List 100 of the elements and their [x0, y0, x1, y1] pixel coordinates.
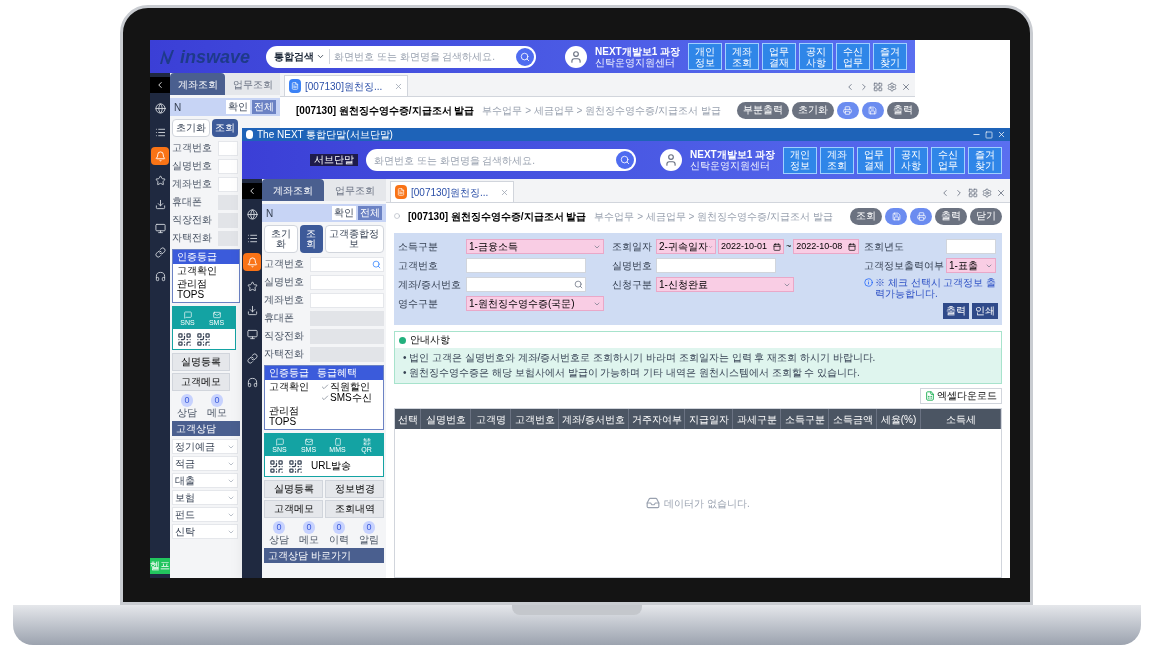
panel-button[interactable]: 실명등록	[264, 480, 323, 498]
quick-menu-button[interactable]: 개인 정보	[688, 43, 722, 70]
panel-action-button[interactable]: 조회	[299, 225, 323, 253]
quick-menu-button[interactable]: 계좌 조회	[725, 43, 759, 70]
input-field[interactable]	[310, 274, 384, 290]
select-dropdown[interactable]: 2-귀속일자	[656, 239, 716, 254]
excel-download-button[interactable]: 엑셀다운로드	[920, 388, 1002, 404]
grade-header: 인증등급	[177, 252, 217, 262]
scope-dropdown[interactable]: 통합검색	[274, 49, 330, 64]
date-field[interactable]: 2022-10-01	[718, 239, 784, 254]
field-label: 계좌번호	[264, 295, 305, 305]
input-field[interactable]	[218, 158, 238, 174]
quick-menu-button[interactable]: 업무 결재	[857, 146, 891, 174]
input-field[interactable]	[218, 140, 238, 156]
consult-dropdown[interactable]: 정기예금	[172, 439, 238, 454]
toolbar-button[interactable]: 출력	[935, 207, 967, 225]
panel-tab[interactable]: 계좌조회	[262, 179, 324, 201]
contact-icon	[212, 310, 221, 319]
consult-dropdown[interactable]: 신탁	[172, 524, 238, 539]
output-button[interactable]: 출력	[943, 303, 969, 319]
consult-dropdown[interactable]: 적금	[172, 456, 238, 471]
panel-button[interactable]: 고객메모	[264, 500, 323, 518]
toolbar-button[interactable]: 초기화	[791, 101, 834, 119]
grade-value: 고객확인	[177, 266, 218, 276]
calendar-icon	[848, 242, 857, 251]
close-icon[interactable]	[997, 130, 1006, 139]
save-button[interactable]	[861, 101, 884, 119]
panel-button[interactable]: 실명등록	[172, 353, 230, 371]
counter-label: 이력	[329, 535, 349, 545]
contact-icon	[333, 437, 342, 446]
consult-dropdown[interactable]: 보험	[172, 490, 238, 505]
collapse-button[interactable]	[150, 77, 170, 93]
filter-button[interactable]: 전체	[358, 206, 382, 220]
panel-tab[interactable]: 업무조회	[225, 73, 280, 95]
toolbar-button[interactable]: 출력	[886, 101, 919, 119]
collapse-button[interactable]	[242, 183, 262, 199]
field-label: 계좌번호	[172, 179, 213, 189]
input-field[interactable]	[946, 239, 996, 254]
toolbar-button[interactable]: 부분출력	[736, 101, 789, 119]
select-dropdown[interactable]: 1-원천징수영수증(국문)	[466, 296, 604, 311]
select-dropdown[interactable]: 1-표출	[946, 258, 996, 273]
search-button[interactable]	[516, 47, 534, 66]
rail-button[interactable]	[243, 253, 261, 271]
quick-menu-button[interactable]: 수신 업무	[931, 146, 965, 174]
toolbar-button[interactable]: 닫기	[970, 207, 1002, 225]
quick-menu-button[interactable]: 즐겨 찾기	[873, 43, 907, 70]
counter-label: 알림	[359, 535, 379, 545]
input-field[interactable]	[310, 292, 384, 308]
input-field[interactable]	[466, 258, 586, 273]
previous-icon	[940, 188, 950, 198]
quick-menu-button[interactable]: 수신 업무	[836, 43, 870, 70]
search-bar[interactable]: 통합검색 화면번호 또는 화면명을 검색하세요.	[266, 45, 536, 68]
column-header: 거주자여부	[629, 409, 685, 429]
save-button[interactable]	[885, 207, 907, 225]
print-button[interactable]	[910, 207, 932, 225]
search-button[interactable]	[616, 151, 634, 169]
select-dropdown[interactable]: 1-신청완료	[656, 277, 794, 292]
date-field[interactable]: 2022-10-08	[793, 239, 860, 254]
search-bar[interactable]: 화면번호 또는 화면명을 검색하세요.	[366, 149, 636, 171]
input-field[interactable]	[310, 256, 384, 272]
consult-dropdown[interactable]: 펀드	[172, 507, 238, 522]
panel-action-button[interactable]: 고객종합정보	[324, 225, 384, 253]
quick-menu-button[interactable]: 업무 결재	[762, 43, 796, 70]
search-icon	[620, 155, 630, 165]
panel-tab[interactable]: 업무조회	[324, 179, 386, 201]
quick-menu-button[interactable]: 공지 사항	[894, 146, 928, 174]
search-value: N	[266, 206, 275, 221]
toolbar-button[interactable]: 조회	[850, 207, 882, 225]
screen-tab[interactable]: [007130]원천징...	[284, 75, 409, 96]
rail-icon	[246, 352, 258, 364]
panel-tab[interactable]: 계좌조회	[170, 73, 225, 95]
select-dropdown[interactable]: 1-금융소득	[466, 239, 604, 254]
quick-menu-button[interactable]: 공지 사항	[799, 43, 833, 70]
quick-menu-button[interactable]: 계좌 조회	[820, 146, 854, 174]
panel-button[interactable]: 고객메모	[172, 373, 230, 391]
panel-action-button[interactable]: 초기화	[264, 225, 298, 253]
quick-menu-button[interactable]: 개인 정보	[783, 146, 817, 174]
filter-button[interactable]: 확인	[226, 100, 250, 114]
quick-menu-button[interactable]: 즐겨 찾기	[968, 146, 1002, 174]
rail-button[interactable]	[151, 147, 169, 165]
url-send-button[interactable]: URL발송	[311, 461, 351, 471]
search-field[interactable]	[466, 277, 586, 292]
panel-action-button[interactable]: 초기화	[172, 119, 210, 137]
panel-button[interactable]: 정보변경	[325, 480, 384, 498]
filter-button[interactable]: 전체	[252, 100, 276, 114]
search-input[interactable]: 화면번호 또는 화면명을 검색하세요.	[334, 49, 512, 64]
panel-action-button[interactable]: 조회	[212, 119, 238, 137]
column-header: 실명번호	[421, 409, 471, 429]
counter-label: 상담	[177, 408, 197, 418]
input-field[interactable]	[218, 176, 238, 192]
contact-icon	[275, 437, 284, 446]
input-field[interactable]	[656, 258, 776, 273]
panel-button[interactable]: 조회내역	[325, 500, 384, 518]
filter-button[interactable]: 확인	[332, 206, 356, 220]
consult-dropdown[interactable]: 대출	[172, 473, 238, 488]
screen-tab[interactable]: [007130]원천징...	[390, 181, 515, 202]
output-button[interactable]: 인쇄	[972, 303, 998, 319]
print-button[interactable]	[836, 101, 859, 119]
maximize-icon[interactable]	[985, 130, 993, 139]
search-input[interactable]: 화면번호 또는 화면명을 검색하세요.	[374, 152, 612, 168]
